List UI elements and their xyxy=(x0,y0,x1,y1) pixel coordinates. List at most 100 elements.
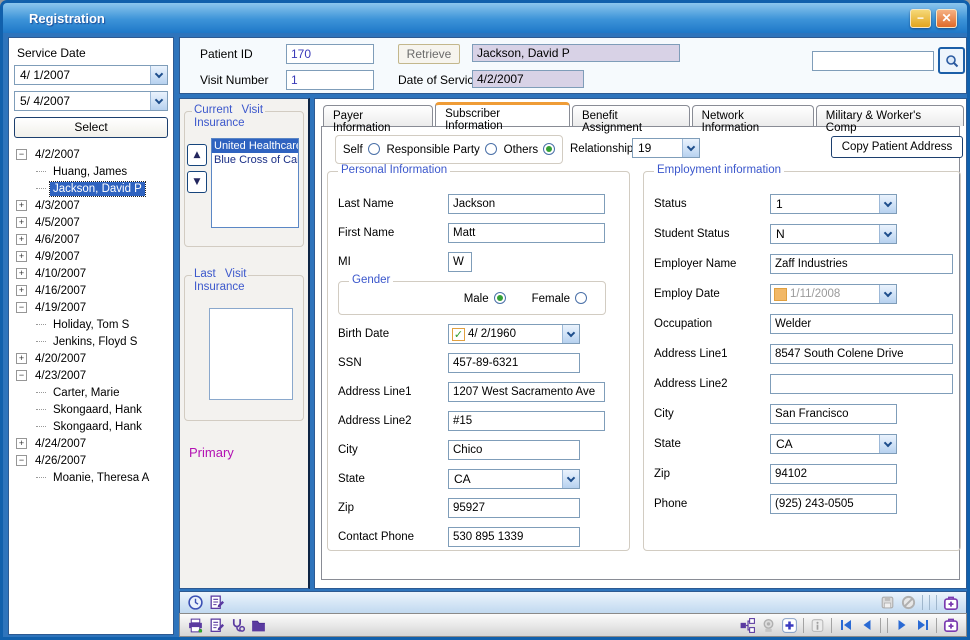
tree-item-label[interactable]: Jenkins, Floyd S xyxy=(50,335,140,349)
birth-date-checkbox[interactable]: ✓ xyxy=(452,328,465,341)
employer-address-line2-input[interactable] xyxy=(770,374,953,394)
org-tree-button[interactable] xyxy=(737,616,758,635)
address-line1-input[interactable] xyxy=(448,382,605,402)
move-down-button[interactable]: ▼ xyxy=(187,171,207,193)
male-radio-option[interactable]: Male xyxy=(464,292,506,305)
tab-benefit-assignment[interactable]: Benefit Assignment xyxy=(572,105,690,126)
self-radio[interactable] xyxy=(368,143,380,155)
minimize-button[interactable]: − xyxy=(910,9,931,28)
tree-item-patient[interactable]: Jenkins, Floyd S xyxy=(14,333,168,350)
expand-icon[interactable]: + xyxy=(16,438,27,449)
student-status-select[interactable]: N xyxy=(770,224,897,244)
tree-item-label[interactable]: 4/24/2007 xyxy=(32,437,89,451)
select-button[interactable]: Select xyxy=(14,117,168,138)
expand-icon[interactable]: + xyxy=(16,217,27,228)
tree-item-label[interactable]: Skongaard, Hank xyxy=(50,403,145,417)
nav-previous-button[interactable] xyxy=(856,616,877,635)
tree-item-patient[interactable]: Moanie, Theresa A xyxy=(14,469,168,486)
tree-item-label[interactable]: 4/3/2007 xyxy=(32,199,83,213)
patient-id-input[interactable] xyxy=(286,44,374,64)
tab-network-information[interactable]: Network Information xyxy=(692,105,814,126)
tree-item-label[interactable]: 4/2/2007 xyxy=(32,148,83,162)
search-button[interactable] xyxy=(938,47,965,74)
insurance-list-item[interactable]: Blue Cross of Califo xyxy=(212,153,298,167)
tree-item-label[interactable]: Huang, James xyxy=(50,165,130,179)
employer-city-input[interactable] xyxy=(770,404,897,424)
close-button[interactable]: ✕ xyxy=(936,9,957,28)
responsible-party-radio-option[interactable]: Responsible Party xyxy=(386,143,496,156)
collapse-icon[interactable]: − xyxy=(16,455,27,466)
dropdown-button[interactable] xyxy=(150,92,167,110)
female-radio-option[interactable]: Female xyxy=(532,292,587,305)
expand-icon[interactable]: + xyxy=(16,251,27,262)
female-radio[interactable] xyxy=(575,292,587,304)
responsible-party-radio[interactable] xyxy=(485,143,497,155)
employer-phone-input[interactable] xyxy=(770,494,897,514)
tab-payer-information[interactable]: Payer Information xyxy=(323,105,433,126)
contact-phone-input[interactable] xyxy=(448,527,580,547)
history-button[interactable] xyxy=(185,593,206,612)
employer-name-input[interactable] xyxy=(770,254,953,274)
dropdown-button[interactable] xyxy=(879,195,896,213)
employer-state-select[interactable]: CA xyxy=(770,434,897,454)
add-button[interactable] xyxy=(779,616,800,635)
insurance-list-item[interactable]: United Healthcare xyxy=(212,139,298,153)
medical-bag-button[interactable] xyxy=(940,593,961,612)
dropdown-button[interactable] xyxy=(150,66,167,84)
self-radio-option[interactable]: Self xyxy=(343,143,380,156)
expand-icon[interactable]: + xyxy=(16,268,27,279)
male-radio[interactable] xyxy=(494,292,506,304)
tree-item-date[interactable]: −4/2/2007 xyxy=(14,146,168,163)
mi-input[interactable] xyxy=(448,252,472,272)
nav-next-button[interactable] xyxy=(891,616,912,635)
collapse-icon[interactable]: − xyxy=(16,302,27,313)
occupation-input[interactable] xyxy=(770,314,953,334)
tree-item-patient[interactable]: Carter, Marie xyxy=(14,384,168,401)
tree-item-date[interactable]: +4/16/2007 xyxy=(14,282,168,299)
tree-item-label[interactable]: 4/10/2007 xyxy=(32,267,89,281)
others-radio[interactable] xyxy=(543,143,555,155)
expand-icon[interactable]: + xyxy=(16,285,27,296)
city-input[interactable] xyxy=(448,440,580,460)
tree-item-label[interactable]: 4/23/2007 xyxy=(32,369,89,383)
employ-date-picker[interactable]: 1/11/2008 xyxy=(770,284,897,304)
service-date-to-select[interactable]: 5/ 4/2007 xyxy=(14,91,168,111)
tree-item-date[interactable]: −4/19/2007 xyxy=(14,299,168,316)
tree-item-date[interactable]: +4/10/2007 xyxy=(14,265,168,282)
medical-bag-button[interactable] xyxy=(940,616,961,635)
last-insurance-list[interactable] xyxy=(209,308,293,400)
edit-notes-button[interactable] xyxy=(206,593,227,612)
tree-item-date[interactable]: +4/24/2007 xyxy=(14,435,168,452)
birth-date-picker[interactable]: ✓ 4/ 2/1960 xyxy=(448,324,580,344)
tree-item-patient[interactable]: Huang, James xyxy=(14,163,168,180)
expand-icon[interactable]: + xyxy=(16,353,27,364)
search-input[interactable] xyxy=(812,51,934,71)
tree-item-patient[interactable]: Holiday, Tom S xyxy=(14,316,168,333)
tree-item-label[interactable]: 4/5/2007 xyxy=(32,216,83,230)
tab-military-workers-comp[interactable]: Military & Worker's Comp xyxy=(816,105,964,126)
retrieve-button[interactable]: Retrieve xyxy=(398,44,460,64)
visit-number-input[interactable] xyxy=(286,70,374,90)
tree-item-label[interactable]: 4/26/2007 xyxy=(32,454,89,468)
print-button[interactable] xyxy=(185,616,206,635)
state-select[interactable]: CA xyxy=(448,469,580,489)
service-date-from-select[interactable]: 4/ 1/2007 xyxy=(14,65,168,85)
tree-item-patient[interactable]: Jackson, David P xyxy=(14,180,168,197)
dropdown-button[interactable] xyxy=(879,435,896,453)
tree-item-date[interactable]: +4/3/2007 xyxy=(14,197,168,214)
tree-item-date[interactable]: +4/5/2007 xyxy=(14,214,168,231)
document-button[interactable] xyxy=(206,616,227,635)
tree-item-label[interactable]: Holiday, Tom S xyxy=(50,318,132,332)
tree-item-date[interactable]: +4/6/2007 xyxy=(14,231,168,248)
collapse-icon[interactable]: − xyxy=(16,149,27,160)
tree-item-date[interactable]: +4/9/2007 xyxy=(14,248,168,265)
nav-first-button[interactable] xyxy=(835,616,856,635)
ssn-input[interactable] xyxy=(448,353,580,373)
clinical-button[interactable] xyxy=(227,616,248,635)
relationship-select[interactable]: 19 xyxy=(632,138,700,158)
employer-address-line1-input[interactable] xyxy=(770,344,953,364)
dropdown-button[interactable] xyxy=(682,139,699,157)
employment-status-select[interactable]: 1 xyxy=(770,194,897,214)
first-name-input[interactable] xyxy=(448,223,605,243)
tree-item-label[interactable]: Jackson, David P xyxy=(50,182,145,196)
